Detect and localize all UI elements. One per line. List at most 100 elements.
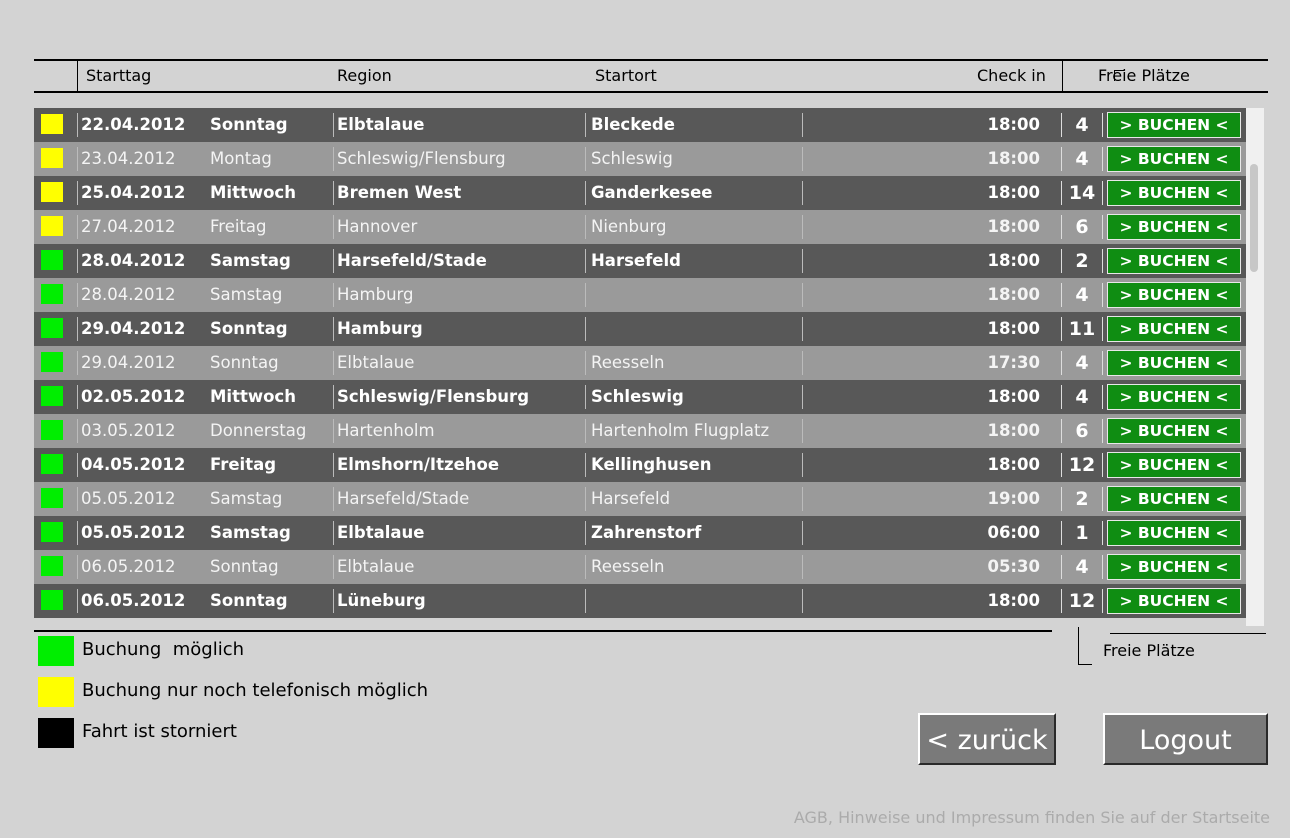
column-divider	[802, 385, 803, 409]
buchen-button[interactable]: > BUCHEN <	[1107, 418, 1241, 444]
buchen-button[interactable]: > BUCHEN <	[1107, 248, 1241, 274]
column-divider	[77, 215, 78, 239]
cell-free-seats: 6	[1075, 216, 1089, 238]
table-row: 22.04.2012 Sonntag Elbtalaue Bleckede 18:00 4…	[34, 108, 1246, 142]
table-row: 04.05.2012 Freitag Elmshorn/Itzehoe Kelling…	[34, 448, 1246, 482]
legend-divider	[34, 630, 1052, 632]
status-indicator	[41, 352, 63, 372]
header-checkin: Check in	[977, 66, 1046, 85]
column-divider	[77, 555, 78, 579]
column-divider	[77, 113, 78, 137]
cell-day: Samstag	[210, 523, 291, 542]
column-divider	[585, 589, 586, 613]
cell-free-seats: 1	[1075, 522, 1089, 544]
buchen-button[interactable]: > BUCHEN <	[1107, 214, 1241, 240]
column-divider	[333, 385, 334, 409]
header-starttag: Starttag	[86, 66, 152, 85]
cell-free-seats: 12	[1068, 590, 1096, 612]
legend-available-label: Buchung möglich	[82, 639, 245, 660]
buchen-button[interactable]: > BUCHEN <	[1107, 452, 1241, 478]
column-divider	[77, 181, 78, 205]
logout-button[interactable]: Logout	[1103, 713, 1268, 765]
legend-phone-only-label: Buchung nur noch telefonisch möglich	[82, 680, 429, 701]
cell-region: Schleswig/Flensburg	[337, 387, 530, 406]
column-divider	[1102, 555, 1103, 579]
legend-cancelled-label: Fahrt ist storniert	[82, 721, 237, 742]
cell-free-seats: 4	[1075, 386, 1089, 408]
scrollbar-thumb[interactable]	[1250, 164, 1258, 272]
status-indicator	[41, 386, 63, 406]
buchen-button[interactable]: > BUCHEN <	[1107, 350, 1241, 376]
cell-region: Schleswig/Flensburg	[337, 149, 506, 168]
status-indicator	[41, 420, 63, 440]
scrollbar[interactable]	[1246, 108, 1264, 626]
cell-checkin: 18:00	[987, 149, 1040, 168]
column-divider	[585, 181, 586, 205]
cell-region: Lüneburg	[337, 591, 426, 610]
back-button[interactable]: < zurück	[918, 713, 1056, 765]
buchen-button[interactable]: > BUCHEN <	[1107, 486, 1241, 512]
column-divider	[1102, 419, 1103, 443]
cell-day: Mittwoch	[210, 387, 296, 406]
cell-startort: Reesseln	[591, 353, 665, 372]
column-divider	[802, 521, 803, 545]
cell-day: Freitag	[210, 217, 267, 236]
cell-day: Sonntag	[210, 353, 279, 372]
cell-day: Sonntag	[210, 115, 288, 134]
column-divider	[802, 487, 803, 511]
cell-region: Bremen West	[337, 183, 462, 202]
column-divider	[333, 181, 334, 205]
cell-free-seats: 11	[1068, 318, 1096, 340]
buchen-button[interactable]: > BUCHEN <	[1107, 520, 1241, 546]
table-row: 27.04.2012 Freitag Hannover Nienburg 18:00 6 >…	[34, 210, 1246, 244]
table-row: 29.04.2012 Sonntag Elbtalaue Reesseln 17:30 4…	[34, 346, 1246, 380]
cell-region: Elbtalaue	[337, 353, 415, 372]
buchen-button[interactable]: > BUCHEN <	[1107, 588, 1241, 614]
column-divider	[77, 147, 78, 171]
status-indicator	[41, 114, 63, 134]
header-region: Region	[337, 66, 392, 85]
column-divider	[1102, 283, 1103, 307]
status-indicator	[41, 590, 63, 610]
cell-checkin: 05:30	[987, 557, 1040, 576]
buchen-button[interactable]: > BUCHEN <	[1107, 554, 1241, 580]
table-row: 02.05.2012 Mittwoch Schleswig/Flensburg Sch…	[34, 380, 1246, 414]
freie-plaetze-divider	[1110, 633, 1266, 634]
column-divider	[585, 385, 586, 409]
cell-day: Freitag	[210, 455, 277, 474]
cell-day: Sonntag	[210, 591, 288, 610]
table-row: 06.05.2012 Sonntag Elbtalaue Reesseln 05:30 4…	[34, 550, 1246, 584]
header-divider	[1062, 61, 1063, 91]
column-divider	[585, 249, 586, 273]
column-divider	[585, 521, 586, 545]
footer-note: AGB, Hinweise und Impressum finden Sie a…	[793, 808, 1270, 827]
yellow-swatch	[38, 677, 74, 707]
status-indicator	[41, 556, 63, 576]
cell-free-seats: 14	[1068, 182, 1096, 204]
column-divider	[333, 113, 334, 137]
cell-checkin: 18:00	[987, 591, 1040, 610]
column-divider	[802, 589, 803, 613]
column-divider	[585, 147, 586, 171]
buchen-button[interactable]: > BUCHEN <	[1107, 282, 1241, 308]
cell-day: Sonntag	[210, 557, 279, 576]
buchen-button[interactable]: > BUCHEN <	[1107, 316, 1241, 342]
buchen-button[interactable]: > BUCHEN <	[1107, 112, 1241, 138]
cell-checkin: 19:00	[987, 489, 1040, 508]
cell-startort: Schleswig	[591, 149, 673, 168]
cell-region: Harsefeld/Stade	[337, 251, 487, 270]
column-divider	[802, 215, 803, 239]
buchen-button[interactable]: > BUCHEN <	[1107, 384, 1241, 410]
cell-checkin: 18:00	[987, 285, 1040, 304]
cell-checkin: 18:00	[987, 217, 1040, 236]
buchen-button[interactable]: > BUCHEN <	[1107, 180, 1241, 206]
column-divider	[802, 317, 803, 341]
cell-free-seats: 12	[1068, 454, 1096, 476]
cell-free-seats: 2	[1075, 250, 1089, 272]
column-divider	[1102, 317, 1103, 341]
column-divider	[333, 215, 334, 239]
cell-startort: Schleswig	[591, 387, 684, 406]
cell-date: 23.04.2012	[81, 149, 176, 168]
buchen-button[interactable]: > BUCHEN <	[1107, 146, 1241, 172]
column-divider	[333, 453, 334, 477]
